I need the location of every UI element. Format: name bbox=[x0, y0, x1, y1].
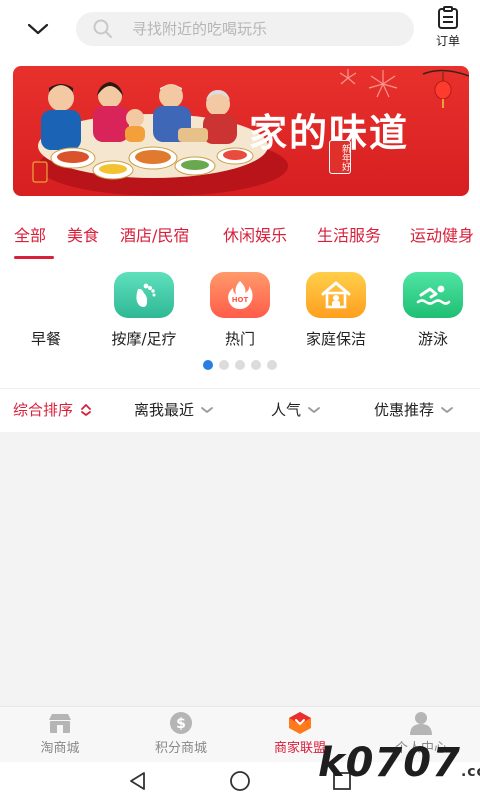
order-list-icon bbox=[438, 6, 458, 29]
filter-label: 综合排序 bbox=[13, 401, 74, 419]
page-indicator bbox=[203, 360, 277, 370]
foot-massage-icon bbox=[114, 272, 174, 318]
nav-label: 积分商城 bbox=[154, 741, 207, 756]
nav-tao-mall[interactable]: 淘商城 bbox=[10, 711, 110, 756]
site-watermark: k0707.com bbox=[318, 740, 480, 786]
tab-food[interactable]: 美食 bbox=[67, 222, 99, 246]
banner-seal: 新年好 bbox=[329, 140, 351, 174]
promo-banner[interactable]: 家的味道 新年好 bbox=[13, 66, 469, 196]
icon-hot[interactable]: HOT 热门 bbox=[190, 272, 290, 349]
icon-massage[interactable]: 按摩/足疗 bbox=[94, 272, 194, 349]
search-icon bbox=[93, 19, 112, 38]
tab-life-service[interactable]: 生活服务 bbox=[317, 222, 381, 246]
page-dot[interactable] bbox=[251, 360, 261, 370]
merchant-icon bbox=[289, 712, 311, 734]
icon-massage-label: 按摩/足疗 bbox=[111, 330, 177, 348]
store-icon bbox=[49, 714, 71, 733]
search-input[interactable] bbox=[132, 20, 392, 38]
icon-swimming-label: 游泳 bbox=[417, 330, 448, 348]
order-label: 订单 bbox=[435, 34, 460, 48]
collapse-button[interactable] bbox=[22, 14, 54, 44]
hot-flame-icon: HOT bbox=[210, 272, 270, 318]
back-triangle-icon[interactable] bbox=[126, 769, 150, 793]
svg-text:HOT: HOT bbox=[232, 296, 249, 304]
svg-text:$: $ bbox=[176, 716, 186, 732]
filter-nearest[interactable]: 离我最近 bbox=[134, 399, 214, 420]
swimming-icon bbox=[403, 272, 463, 318]
coin-icon: $ bbox=[170, 712, 192, 734]
chevron-down-icon bbox=[27, 23, 49, 35]
sort-toggle-icon bbox=[81, 403, 91, 416]
filter-label: 人气 bbox=[271, 401, 302, 419]
header: 订单 bbox=[0, 0, 480, 58]
home-circle-icon[interactable] bbox=[228, 769, 252, 793]
filter-label: 优惠推荐 bbox=[374, 401, 435, 419]
page-dot-active[interactable] bbox=[203, 360, 213, 370]
tab-sports[interactable]: 运动健身 bbox=[410, 222, 474, 246]
icon-swimming[interactable]: 游泳 bbox=[383, 272, 480, 349]
breakfast-label[interactable]: 早餐 bbox=[31, 328, 61, 349]
house-cleaning-icon bbox=[306, 272, 366, 318]
filter-label: 离我最近 bbox=[134, 401, 195, 419]
filter-bar: 综合排序 离我最近 人气 优惠推荐 bbox=[0, 388, 480, 430]
chevron-down-icon bbox=[201, 406, 213, 413]
tab-hotel[interactable]: 酒店/民宿 bbox=[120, 222, 189, 246]
page-dot[interactable] bbox=[267, 360, 277, 370]
filter-comprehensive-sort[interactable]: 综合排序 bbox=[13, 399, 93, 420]
icon-cleaning[interactable]: 家庭保洁 bbox=[286, 272, 386, 349]
filter-deals[interactable]: 优惠推荐 bbox=[374, 399, 454, 420]
page-dot[interactable] bbox=[219, 360, 229, 370]
icon-hot-label: 热门 bbox=[224, 330, 255, 348]
tab-all[interactable]: 全部 bbox=[14, 222, 46, 246]
category-tabs: 全部 美食 酒店/民宿 休闲娱乐 生活服务 运动健身 bbox=[0, 216, 480, 262]
page-dot[interactable] bbox=[235, 360, 245, 370]
chevron-down-icon bbox=[441, 406, 453, 413]
chevron-down-icon bbox=[308, 406, 320, 413]
nav-label: 淘商城 bbox=[40, 741, 80, 756]
icon-cleaning-label: 家庭保洁 bbox=[305, 330, 366, 348]
filter-popularity[interactable]: 人气 bbox=[271, 399, 321, 420]
person-icon bbox=[410, 712, 432, 735]
active-tab-indicator bbox=[14, 256, 54, 259]
order-button[interactable]: 订单 bbox=[428, 6, 468, 52]
tab-entertainment[interactable]: 休闲娱乐 bbox=[223, 222, 287, 246]
search-bar[interactable] bbox=[76, 12, 414, 46]
service-icon-row: 早餐 按摩/足疗 HOT 热门 家庭保洁 游泳 bbox=[0, 272, 480, 352]
nav-points-mall[interactable]: $ 积分商城 bbox=[131, 711, 231, 756]
